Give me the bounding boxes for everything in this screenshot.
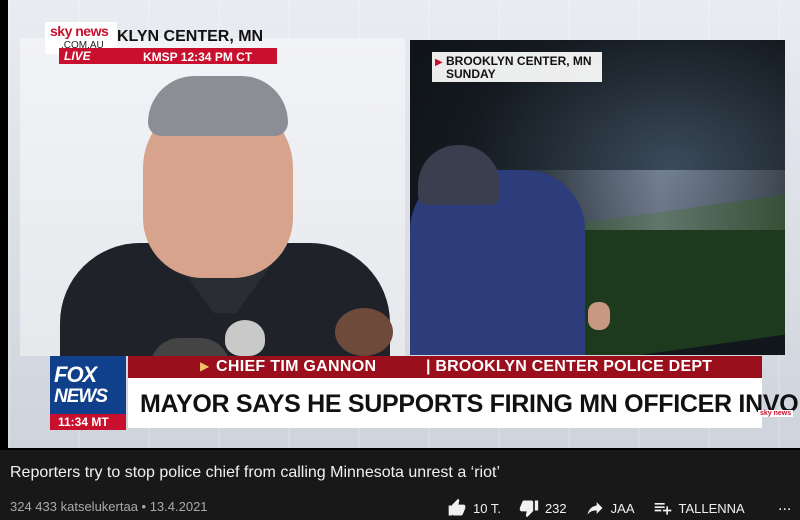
fox-logo-line1: FOX	[54, 362, 97, 387]
right-location-line1: BROOKLYN CENTER, MN	[446, 54, 592, 68]
video-title: Reporters try to stop police chief from …	[10, 464, 500, 481]
right-location-tag: ▶ BROOKLYN CENTER, MN SUNDAY	[432, 52, 602, 82]
playlist-add-icon	[654, 503, 671, 515]
action-bar: 10 T. 232 JAA TALLENNA	[447, 497, 763, 519]
reporter-hood	[418, 145, 500, 205]
sky-watermark: sky news	[758, 410, 794, 417]
share-label: JAA	[610, 500, 635, 516]
video-meta: 324 433 katselukertaa • 13.4.2021	[10, 499, 208, 514]
live-label: LIVE	[64, 49, 91, 63]
thumbs-up-icon	[448, 498, 466, 516]
lower-third-dept: | BROOKLYN CENTER POLICE DEPT	[426, 358, 713, 375]
right-location-line2: SUNDAY	[446, 67, 496, 81]
headline-bar: MAYOR SAYS HE SUPPORTS FIRING MN OFFICER…	[128, 378, 800, 428]
fox-time: 11:34 MT	[58, 415, 109, 429]
left-video-pane	[20, 38, 405, 356]
video-player[interactable]: sky news .COM.AU KLYN CENTER, MN LIVE KM…	[0, 0, 800, 450]
fox-time-bug: 11:34 MT	[50, 414, 126, 430]
live-bar: LIVE KMSP 12:34 PM CT	[59, 48, 277, 64]
reporter-hand	[588, 302, 610, 330]
live-time: KMSP 12:34 PM CT	[143, 50, 253, 64]
save-button[interactable]: TALLENNA	[653, 498, 745, 518]
more-icon[interactable]: ...	[778, 497, 791, 515]
lower-third-name: CHIEF TIM GANNON	[216, 358, 377, 375]
share-icon	[587, 502, 603, 515]
name-arrow-icon: ▶	[200, 359, 210, 373]
right-video-pane: ▶ BROOKLYN CENTER, MN SUNDAY	[410, 40, 785, 355]
sky-logo-brand: sky news	[50, 23, 109, 39]
location-caption: KLYN CENTER, MN	[117, 28, 264, 45]
save-label: TALLENNA	[678, 500, 745, 516]
police-badge	[225, 320, 265, 356]
dislike-button[interactable]: 232	[519, 498, 567, 518]
lower-third-name-bar: ▶ CHIEF TIM GANNON | BROOKLYN CENTER POL…	[128, 356, 762, 378]
police-chief-hair	[148, 76, 288, 136]
thumbs-down-icon	[519, 500, 539, 518]
dislike-count: 232	[544, 500, 567, 516]
headline-text: MAYOR SAYS HE SUPPORTS FIRING MN OFFICER…	[140, 390, 800, 418]
fox-logo-line2: NEWS	[54, 386, 108, 407]
like-count: 10 T.	[473, 500, 501, 516]
share-button[interactable]: JAA	[585, 498, 635, 518]
location-arrow-icon: ▶	[435, 57, 443, 68]
shoulder-patch	[335, 308, 393, 356]
like-button[interactable]: 10 T.	[447, 498, 501, 518]
